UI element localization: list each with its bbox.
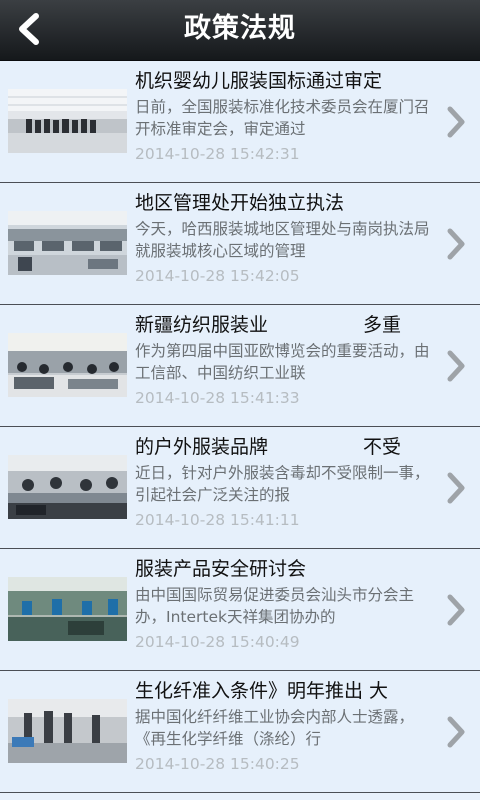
news-item[interactable]: 的户外服装品牌 不受 近日，针对户外服装含毒却不受限制一事，引起社会广泛关注的报… xyxy=(0,427,480,549)
news-text: 生化纤准入条件》明年推出 大 据中国化纤纤维工业协会内部人士透露，《再生化学纤维… xyxy=(135,677,435,775)
chevron-right-icon xyxy=(447,716,465,748)
news-summary: 作为第四届中国亚欧博览会的重要活动，由工信部、中国纺织工业联 xyxy=(135,342,430,382)
news-title: 的户外服装品牌 不受 xyxy=(135,436,402,458)
page-title: 政策法规 xyxy=(184,13,296,44)
news-date: 2014-10-28 15:42:31 xyxy=(135,145,300,163)
news-summary: 日前，全国服装标准化技术委员会在厦门召开标准审定会，审定通过 xyxy=(135,98,430,138)
news-item[interactable]: 地区管理处开始独立执法 今天，哈西服装城地区管理处与南岗执法局就服装城核心区域的… xyxy=(0,183,480,305)
news-title: 机织婴幼儿服装国标通过审定 xyxy=(135,70,383,92)
news-title: 生化纤准入条件》明年推出 大 xyxy=(135,680,389,702)
news-item[interactable]: 机织婴幼儿服装国标通过审定 日前，全国服装标准化技术委员会在厦门召开标准审定会，… xyxy=(0,61,480,183)
news-item[interactable]: 新疆纺织服装业 多重 作为第四届中国亚欧博览会的重要活动，由工信部、中国纺织工业… xyxy=(0,305,480,427)
back-button[interactable] xyxy=(0,0,60,60)
chevron-right-icon xyxy=(447,594,465,626)
chevron-right-icon xyxy=(447,228,465,260)
news-item[interactable]: 生化纤准入条件》明年推出 大 据中国化纤纤维工业协会内部人士透露，《再生化学纤维… xyxy=(0,671,480,793)
news-text: 机织婴幼儿服装国标通过审定 日前，全国服装标准化技术委员会在厦门召开标准审定会，… xyxy=(135,67,435,165)
news-summary: 近日，针对户外服装含毒却不受限制一事，引起社会广泛关注的报 xyxy=(135,464,430,504)
news-list: 机织婴幼儿服装国标通过审定 日前，全国服装标准化技术委员会在厦门召开标准审定会，… xyxy=(0,61,480,793)
news-summary: 由中国国际贸易促进委员会汕头市分会主办，Intertek天祥集团协办的 xyxy=(135,586,415,626)
news-text: 新疆纺织服装业 多重 作为第四届中国亚欧博览会的重要活动，由工信部、中国纺织工业… xyxy=(135,311,435,409)
news-thumbnail xyxy=(8,333,127,397)
news-text: 服装产品安全研讨会 由中国国际贸易促进委员会汕头市分会主办，Intertek天祥… xyxy=(135,555,435,653)
news-date: 2014-10-28 15:42:05 xyxy=(135,267,300,285)
chevron-right-icon xyxy=(447,106,465,138)
news-thumbnail xyxy=(8,455,127,519)
chevron-right-icon xyxy=(447,472,465,504)
news-thumbnail xyxy=(8,211,127,275)
news-text: 的户外服装品牌 不受 近日，针对户外服装含毒却不受限制一事，引起社会广泛关注的报… xyxy=(135,433,435,531)
news-date: 2014-10-28 15:41:33 xyxy=(135,389,300,407)
news-thumbnail xyxy=(8,577,127,641)
news-summary: 据中国化纤纤维工业协会内部人士透露，《再生化学纤维（涤纶）行 xyxy=(135,708,415,748)
news-title: 地区管理处开始独立执法 xyxy=(135,192,345,214)
news-thumbnail xyxy=(8,699,127,763)
back-arrow-icon xyxy=(19,13,39,45)
news-title: 新疆纺织服装业 多重 xyxy=(135,314,402,336)
news-title: 服装产品安全研讨会 xyxy=(135,558,307,580)
news-date: 2014-10-28 15:41:11 xyxy=(135,511,300,529)
news-thumbnail xyxy=(8,89,127,153)
news-text: 地区管理处开始独立执法 今天，哈西服装城地区管理处与南岗执法局就服装城核心区域的… xyxy=(135,189,435,287)
app-screen: 政策法规 机织婴幼儿服装国标通过审定 日前，全国服装标准化技术委员会在厦门召开标… xyxy=(0,0,480,800)
news-date: 2014-10-28 15:40:25 xyxy=(135,755,300,773)
news-summary: 今天，哈西服装城地区管理处与南岗执法局就服装城核心区域的管理 xyxy=(135,220,430,260)
chevron-right-icon xyxy=(447,350,465,382)
title-bar: 政策法规 xyxy=(0,0,480,61)
news-item[interactable]: 服装产品安全研讨会 由中国国际贸易促进委员会汕头市分会主办，Intertek天祥… xyxy=(0,549,480,671)
news-date: 2014-10-28 15:40:49 xyxy=(135,633,300,651)
